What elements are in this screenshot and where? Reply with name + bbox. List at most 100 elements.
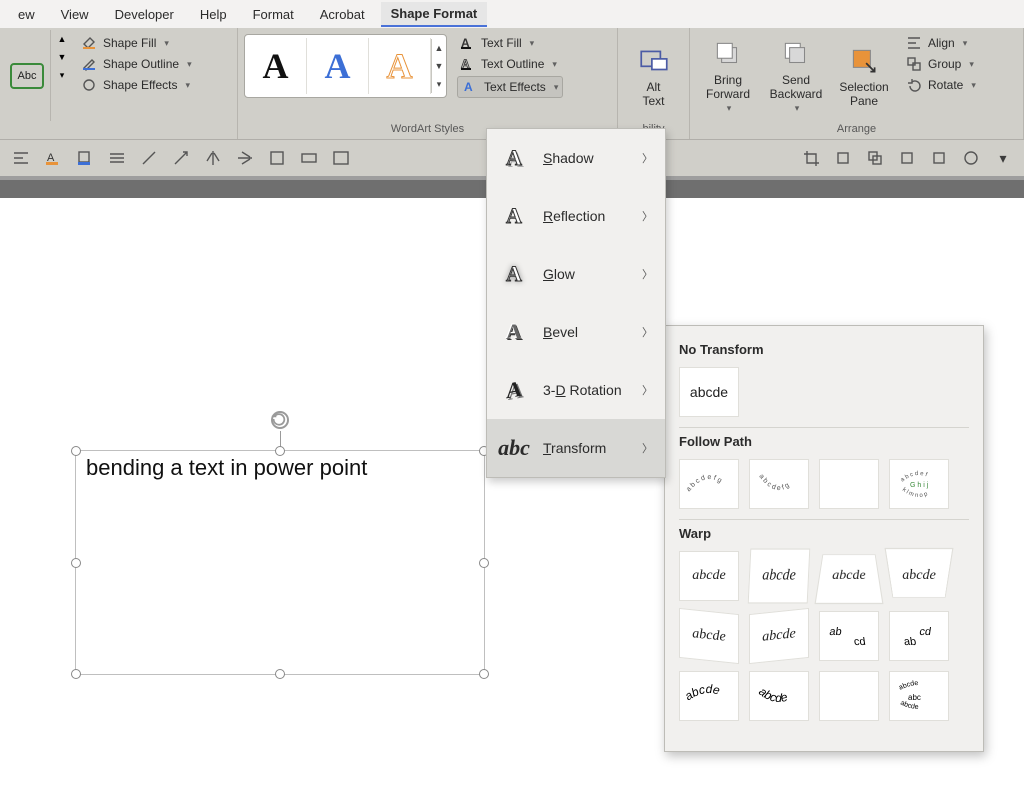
resize-handle-tm[interactable] [275, 446, 285, 456]
wordart-gallery-up[interactable]: ▲ [432, 39, 446, 57]
menu-item-view[interactable]: View [51, 3, 99, 26]
warp-12[interactable]: abcdeabcabcde [889, 671, 949, 721]
tool-flip-h[interactable] [202, 147, 224, 169]
text-effects-button[interactable]: A Text Effects▾ [457, 76, 563, 98]
tool-more[interactable]: ▾ [992, 147, 1014, 169]
fx-transform[interactable]: abc Transform 〉 [487, 419, 665, 477]
svg-text:abc: abc [908, 693, 921, 702]
warp-1[interactable]: abcde [679, 551, 739, 601]
shadow-icon: A [499, 143, 529, 173]
menu-item-developer[interactable]: Developer [105, 3, 184, 26]
tool-styles[interactable] [106, 147, 128, 169]
style-gallery-more[interactable]: ▾ [55, 66, 69, 84]
menu-item-review-cut[interactable]: ew [8, 3, 45, 26]
wordart-gallery[interactable]: A A A ▲ ▼ ▾ [244, 34, 447, 98]
resize-handle-br[interactable] [479, 669, 489, 679]
warp-2[interactable]: abcde [748, 549, 811, 604]
fx-shadow[interactable]: A Shadow 〉 [487, 129, 665, 187]
text-fill-icon: A [459, 35, 475, 51]
tool-sq4[interactable] [928, 147, 950, 169]
tool-crop[interactable] [800, 147, 822, 169]
rotate-button[interactable]: Rotate▾ [904, 76, 978, 94]
chevron-right-icon: 〉 [642, 324, 653, 340]
selection-pane-icon [847, 44, 881, 78]
follow-path-button[interactable]: a b c d e fG h i jk l m n o p [889, 459, 949, 509]
abc-style-box[interactable]: Abc [10, 63, 44, 89]
fx-bevel[interactable]: A Bevel 〉 [487, 303, 665, 361]
tool-sq3[interactable] [896, 147, 918, 169]
follow-path-arch-down[interactable]: a b c d e f g [749, 459, 809, 509]
alt-text-button[interactable]: Alt Text [622, 30, 685, 121]
tool-picture[interactable] [330, 147, 352, 169]
tool-align-left[interactable] [10, 147, 32, 169]
no-transform-option[interactable]: abcde [679, 367, 739, 417]
text-outline-button[interactable]: A Text Outline▾ [457, 55, 563, 73]
wordart-gallery-more[interactable]: ▾ [432, 75, 446, 93]
tool-arrow[interactable] [170, 147, 192, 169]
tool-rot[interactable] [960, 147, 982, 169]
shape-text-content[interactable]: bending a text in power point [86, 455, 367, 481]
warp-11[interactable]: abcde [819, 671, 879, 721]
menu-item-acrobat[interactable]: Acrobat [310, 3, 375, 26]
tool-sq1[interactable] [832, 147, 854, 169]
tool-highlight[interactable] [74, 147, 96, 169]
tool-square[interactable] [266, 147, 288, 169]
fx-reflection[interactable]: A Reflection 〉 [487, 187, 665, 245]
tool-rect[interactable] [298, 147, 320, 169]
shape-effects-button[interactable]: Shape Effects▾ [79, 76, 194, 94]
menu-item-format[interactable]: Format [243, 3, 304, 26]
warp-5[interactable]: abcde [679, 608, 739, 664]
send-backward-button[interactable]: Send Backward▾ [762, 30, 830, 121]
rotate-handle[interactable] [271, 411, 289, 429]
fx-glow[interactable]: A Glow 〉 [487, 245, 665, 303]
shape-outline-button[interactable]: Shape Outline▾ [79, 55, 194, 73]
no-transform-header: No Transform [679, 342, 969, 357]
svg-text:abcde: abcde [756, 684, 789, 705]
shape-fill-button[interactable]: Shape Fill▾ [79, 34, 194, 52]
align-icon [906, 35, 922, 51]
group-button[interactable]: Group▾ [904, 55, 978, 73]
selection-pane-button[interactable]: Selection Pane [830, 30, 898, 121]
fx-3d-rotation[interactable]: A 3-D Rotation 〉 [487, 361, 665, 419]
menu-item-shape-format[interactable]: Shape Format [381, 2, 488, 27]
tool-line[interactable] [138, 147, 160, 169]
style-gallery-down[interactable]: ▼ [55, 48, 69, 66]
resize-handle-ml[interactable] [71, 558, 81, 568]
wordart-style-1[interactable]: A [245, 38, 307, 94]
resize-handle-mr[interactable] [479, 558, 489, 568]
align-button[interactable]: Align▾ [904, 34, 978, 52]
follow-path-arch-up[interactable]: a b c d e f g [679, 459, 739, 509]
wordart-gallery-down[interactable]: ▼ [432, 57, 446, 75]
resize-handle-bm[interactable] [275, 669, 285, 679]
warp-6[interactable]: abcde [749, 608, 809, 664]
svg-text:ab: ab [903, 636, 917, 648]
tool-font-color[interactable]: A [42, 147, 64, 169]
svg-text:G h i j: G h i j [910, 482, 929, 489]
effects-icon [81, 77, 97, 93]
warp-9[interactable]: abcde [679, 671, 739, 721]
warp-7[interactable]: abcd [819, 611, 879, 661]
warp-10[interactable]: abcde [749, 671, 809, 721]
warp-3[interactable]: abcde [815, 554, 884, 604]
text-fill-button[interactable]: A Text Fill▾ [457, 34, 563, 52]
chevron-right-icon: 〉 [642, 440, 653, 456]
resize-handle-tl[interactable] [71, 446, 81, 456]
warp-8[interactable]: abcd [889, 611, 949, 661]
warp-4[interactable]: abcde [885, 548, 954, 598]
resize-handle-bl[interactable] [71, 669, 81, 679]
wordart-style-2[interactable]: A [307, 38, 369, 94]
menu-bar: ew View Developer Help Format Acrobat Sh… [0, 0, 1024, 28]
follow-path-header: Follow Path [679, 434, 969, 449]
text-shape[interactable]: bending a text in power point [75, 450, 485, 675]
menu-item-help[interactable]: Help [190, 3, 237, 26]
text-effects-menu: A Shadow 〉 A Reflection 〉 A Glow 〉 A Bev… [486, 128, 666, 478]
send-backward-icon [779, 37, 813, 71]
bucket-icon [81, 35, 97, 51]
tool-flip-v[interactable] [234, 147, 256, 169]
bring-forward-button[interactable]: Bring Forward▾ [694, 30, 762, 121]
follow-path-circle[interactable]: a b c d e f g h i j k l m [819, 459, 879, 509]
wordart-style-3[interactable]: A [369, 38, 431, 94]
style-gallery-up[interactable]: ▲ [55, 30, 69, 48]
shape-outline-label: Shape Outline [103, 57, 179, 71]
tool-sq2[interactable] [864, 147, 886, 169]
